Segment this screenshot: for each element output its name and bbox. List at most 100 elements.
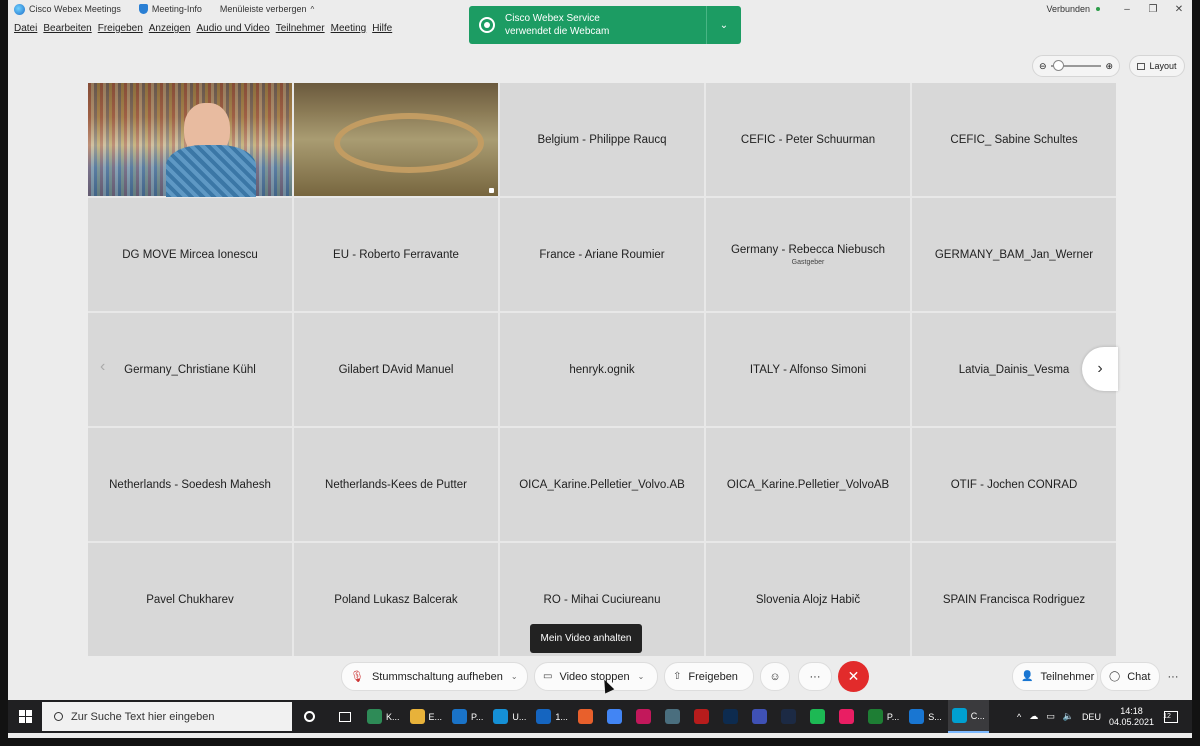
windows-taskbar: Zur Suche Text hier eingeben K... E... P..…: [8, 700, 1192, 733]
taskbar-app-button[interactable]: P...: [448, 700, 487, 733]
zoom-in-icon[interactable]: ⊕: [1105, 61, 1113, 72]
participant-tile[interactable]: Germany_Christiane Kühl: [88, 313, 292, 426]
chat-button[interactable]: ◯ Chat: [1100, 662, 1160, 691]
participant-tile[interactable]: Poland Lukasz Balcerak: [294, 543, 498, 656]
taskbar-app-button[interactable]: P...: [864, 700, 903, 733]
layout-label: Layout: [1149, 61, 1177, 71]
zoom-control[interactable]: ⊖ ⊕: [1032, 55, 1120, 77]
participant-tile[interactable]: SPAIN Francisca Rodriguez: [912, 543, 1116, 656]
maximize-button[interactable]: ❐: [1140, 4, 1166, 15]
menu-item[interactable]: Teilnehmer: [276, 23, 325, 34]
taskbar-app-button[interactable]: U...: [489, 700, 530, 733]
start-button[interactable]: [8, 710, 42, 723]
menu-item[interactable]: Datei: [14, 23, 37, 34]
participant-tile[interactable]: Pavel Chukharev: [88, 543, 292, 656]
menu-item[interactable]: Freigeben: [98, 23, 143, 34]
reactions-button[interactable]: ☺: [760, 662, 790, 691]
taskbar-app-button[interactable]: K...: [363, 700, 404, 733]
participant-tile[interactable]: Gilabert DAvid Manuel: [294, 313, 498, 426]
participant-tile[interactable]: DG MOVE Mircea Ionescu: [88, 198, 292, 311]
taskbar-app-button[interactable]: [690, 700, 717, 733]
participant-tile[interactable]: ITALY - Alfonso Simoni: [706, 313, 910, 426]
zoom-out-icon[interactable]: ⊖: [1039, 61, 1047, 72]
taskbar-app-button[interactable]: [806, 700, 833, 733]
participant-video-tile[interactable]: [294, 83, 498, 196]
hide-menubar-button[interactable]: Menüleiste verbergen ^: [220, 4, 314, 14]
participant-tile[interactable]: Netherlands - Soedesh Mahesh: [88, 428, 292, 541]
taskbar-app-button[interactable]: [603, 700, 630, 733]
task-view-icon[interactable]: [339, 711, 351, 722]
participant-name: CEFIC_ Sabine Schultes: [950, 133, 1078, 146]
participant-tile[interactable]: OICA_Karine.Pelletier_Volvo.AB: [500, 428, 704, 541]
taskbar-search-input[interactable]: Zur Suche Text hier eingeben: [42, 702, 292, 731]
participant-tile[interactable]: France - Ariane Roumier: [500, 198, 704, 311]
next-page-button[interactable]: ›: [1082, 347, 1118, 391]
taskbar-app-button[interactable]: [661, 700, 688, 733]
clock[interactable]: 14:18 04.05.2021: [1109, 706, 1154, 728]
taskbar-app-button[interactable]: C...: [947, 700, 989, 733]
taskbar-app-button[interactable]: [835, 700, 862, 733]
chevron-down-icon[interactable]: ⌄: [638, 672, 645, 681]
chevron-up-icon[interactable]: ^: [1017, 712, 1021, 722]
stop-video-button[interactable]: ▭ Video stoppen ⌄: [534, 662, 658, 691]
taskbar-app-button[interactable]: [574, 700, 601, 733]
taskbar-app-button[interactable]: S...: [905, 700, 946, 733]
notification-center-button[interactable]: 12: [1163, 710, 1178, 723]
more-panels-button[interactable]: ···: [1160, 662, 1186, 691]
excel-icon: [867, 709, 883, 724]
zoom-slider-knob[interactable]: [1052, 60, 1064, 71]
share-icon: ⇧: [673, 671, 682, 682]
participant-video-tile[interactable]: [88, 83, 292, 197]
webcam-notification[interactable]: Cisco Webex Service verwendet die Webcam…: [469, 6, 741, 44]
layout-icon: [1137, 62, 1146, 70]
participants-button[interactable]: 👤 Teilnehmer: [1012, 662, 1098, 691]
close-button[interactable]: ✕: [1166, 4, 1192, 15]
volume-icon[interactable]: 🔈: [1063, 711, 1074, 722]
participant-name: Pavel Chukharev: [146, 593, 234, 606]
participant-tile[interactable]: CEFIC - Peter Schuurman: [706, 83, 910, 196]
clock-time: 14:18: [1120, 705, 1143, 716]
participant-tile[interactable]: Slovenia Alojz Habič: [706, 543, 910, 656]
participant-tile[interactable]: GERMANY_BAM_Jan_Werner: [912, 198, 1116, 311]
taskbar-app-button[interactable]: [719, 700, 746, 733]
language-indicator[interactable]: DEU: [1082, 712, 1101, 722]
participant-tile[interactable]: henryk.ognik: [500, 313, 704, 426]
menu-item[interactable]: Anzeigen: [149, 23, 191, 34]
taskbar-app-button[interactable]: [748, 700, 775, 733]
participant-tile[interactable]: OICA_Karine.Pelletier_VolvoAB: [706, 428, 910, 541]
participant-tile[interactable]: EU - Roberto Ferravante: [294, 198, 498, 311]
participant-tile[interactable]: Germany - Rebecca Niebusch Gastgeber: [706, 198, 910, 311]
meeting-info-button[interactable]: Meeting-Info: [138, 4, 202, 14]
chevron-down-icon[interactable]: ⌄: [511, 672, 518, 681]
share-label: Freigeben: [688, 670, 738, 683]
menu-item[interactable]: Hilfe: [372, 23, 392, 34]
share-button[interactable]: ⇧ Freigeben: [664, 662, 754, 691]
unmute-button[interactable]: 🎙 Stummschaltung aufheben ⌄: [341, 662, 528, 691]
cloud-icon[interactable]: ☁: [1029, 711, 1038, 722]
leave-meeting-button[interactable]: ✕: [838, 661, 869, 692]
participant-tile[interactable]: Netherlands-Kees de Putter: [294, 428, 498, 541]
taskbar-app-button[interactable]: 1...: [532, 700, 572, 733]
network-icon[interactable]: ▭: [1046, 711, 1055, 722]
layout-button[interactable]: Layout: [1129, 55, 1185, 77]
taskbar-app-button[interactable]: E...: [406, 700, 447, 733]
taskbar-app-button[interactable]: [777, 700, 804, 733]
participant-tile[interactable]: Belgium - Philippe Raucq: [500, 83, 704, 196]
chevron-down-icon[interactable]: ⌄: [707, 20, 741, 31]
menu-item[interactable]: Bearbeiten: [43, 23, 91, 34]
minimize-button[interactable]: –: [1114, 4, 1140, 15]
zoom-slider[interactable]: [1050, 60, 1102, 71]
more-options-button[interactable]: ···: [798, 662, 832, 691]
search-placeholder: Zur Suche Text hier eingeben: [71, 710, 215, 723]
menu-item[interactable]: Meeting: [331, 23, 367, 34]
menu-item[interactable]: Audio und Video: [196, 23, 269, 34]
participant-name: CEFIC - Peter Schuurman: [740, 133, 876, 146]
taskbar-app-label: C...: [970, 710, 985, 721]
participant-tile[interactable]: CEFIC_ Sabine Schultes: [912, 83, 1116, 196]
chevron-left-icon[interactable]: ‹: [100, 358, 105, 376]
taskbar-app-button[interactable]: [632, 700, 659, 733]
webex-logo-icon: [14, 3, 25, 15]
participant-tile[interactable]: OTIF - Jochen CONRAD: [912, 428, 1116, 541]
participant-name: Latvia_Dainis_Vesma: [958, 363, 1070, 376]
cortana-icon[interactable]: [304, 711, 315, 722]
